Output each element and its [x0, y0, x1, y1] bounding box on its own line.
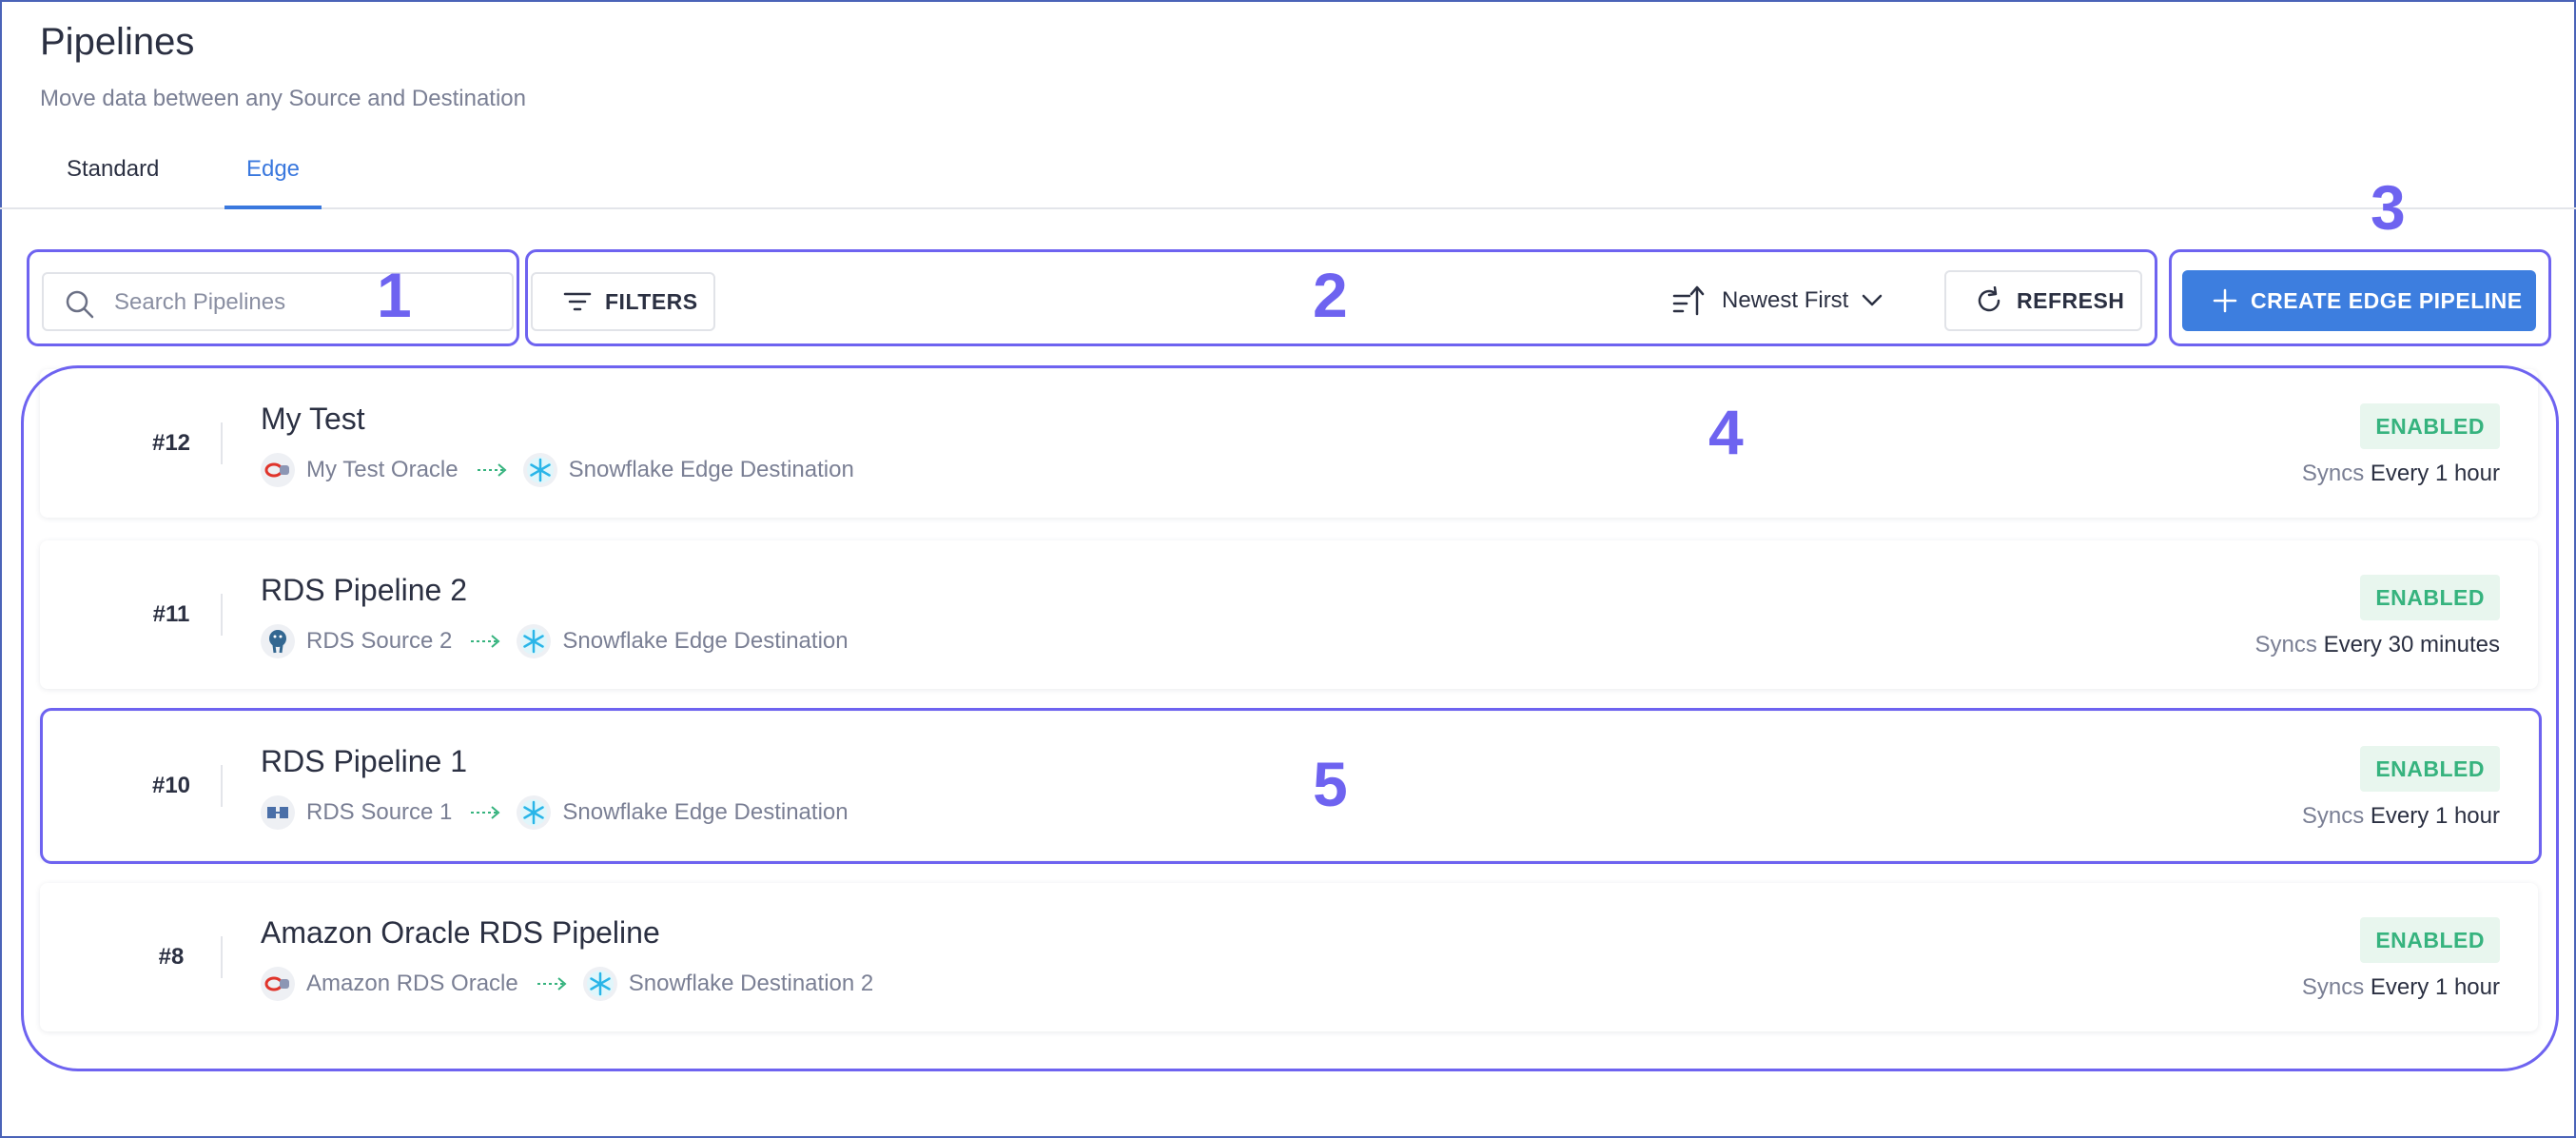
- page-subtitle: Move data between any Source and Destina…: [40, 86, 526, 111]
- annotation-box-1: [27, 249, 519, 346]
- tab-bar: Standard Edge: [0, 143, 2576, 209]
- page-title: Pipelines: [40, 21, 195, 63]
- annotation-box-3: [2169, 249, 2551, 346]
- tab-standard[interactable]: Standard: [63, 156, 163, 209]
- tab-edge[interactable]: Edge: [224, 156, 322, 209]
- annotation-label-2: 2: [1313, 260, 1348, 330]
- annotation-label-1: 1: [377, 260, 412, 330]
- annotation-box-5: [40, 708, 2542, 864]
- annotation-label-5: 5: [1313, 749, 1348, 819]
- annotation-label-3: 3: [2371, 172, 2406, 243]
- annotation-label-4: 4: [1708, 397, 1744, 467]
